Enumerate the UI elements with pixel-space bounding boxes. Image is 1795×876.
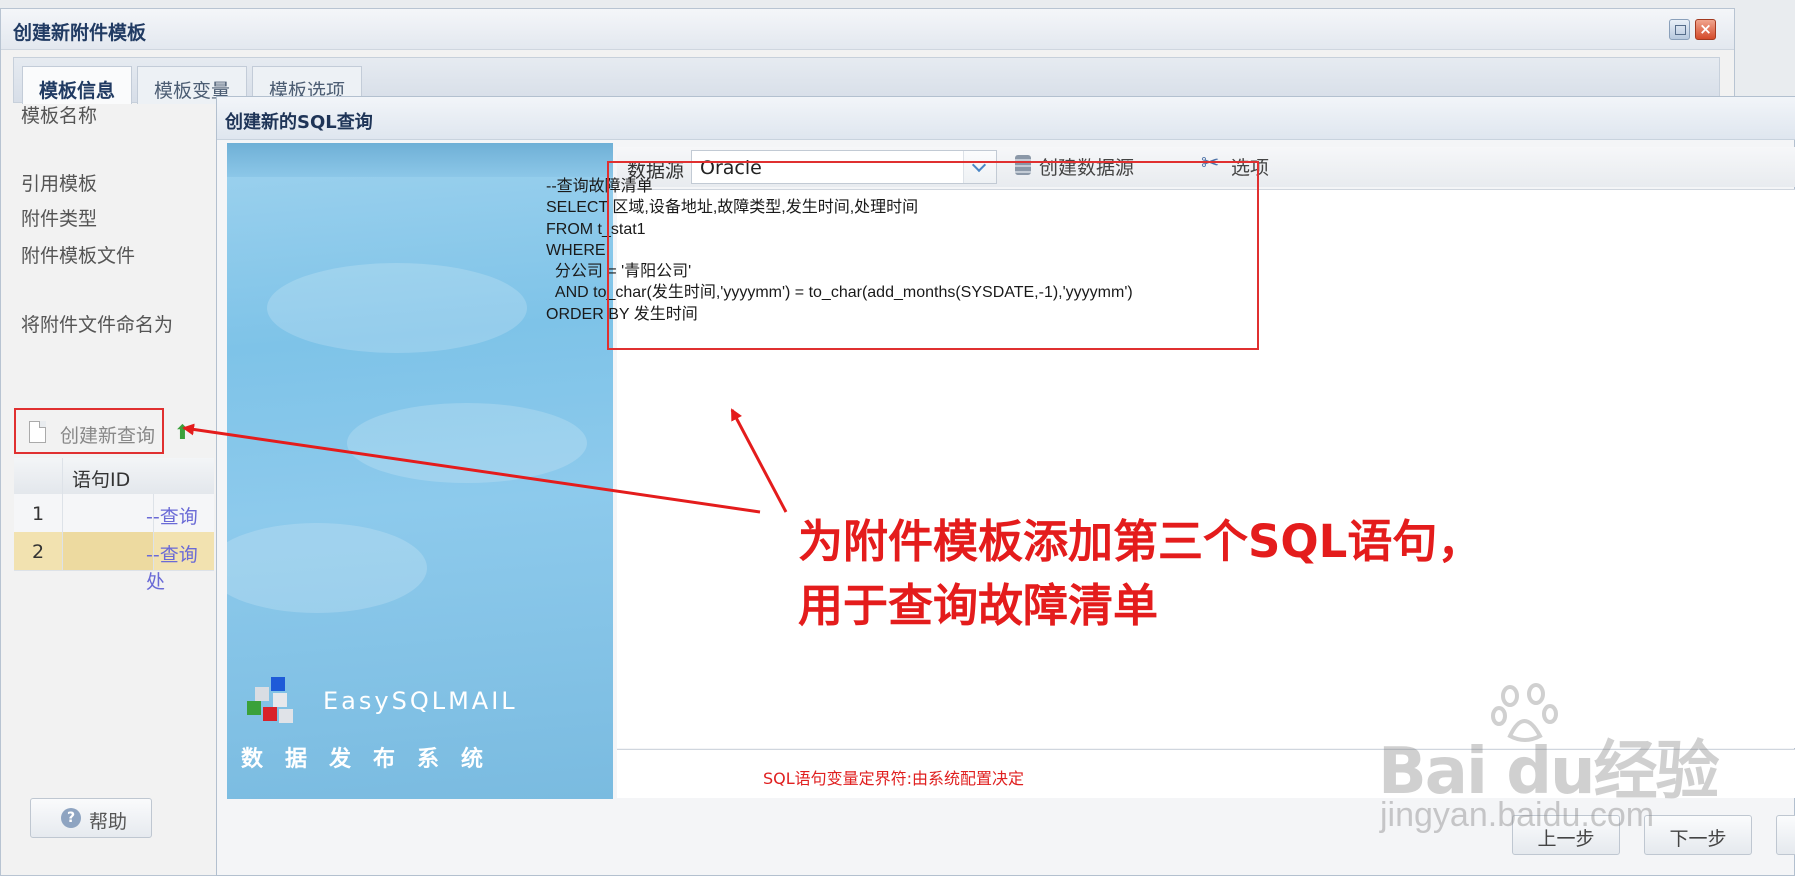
annotation-line-1: 为附件模板添加第三个SQL语句， <box>798 515 1483 568</box>
arrow-to-sql-box <box>730 408 788 513</box>
annotation-line-2: 用于查询故障清单 <box>798 579 1159 632</box>
baidu-watermark-url: jingyan.baidu.com <box>1380 796 1655 834</box>
annotation-text: 为附件模板添加第三个SQL语句， 用于查询故障清单 <box>798 510 1482 638</box>
arrow-to-create-query <box>182 423 761 514</box>
